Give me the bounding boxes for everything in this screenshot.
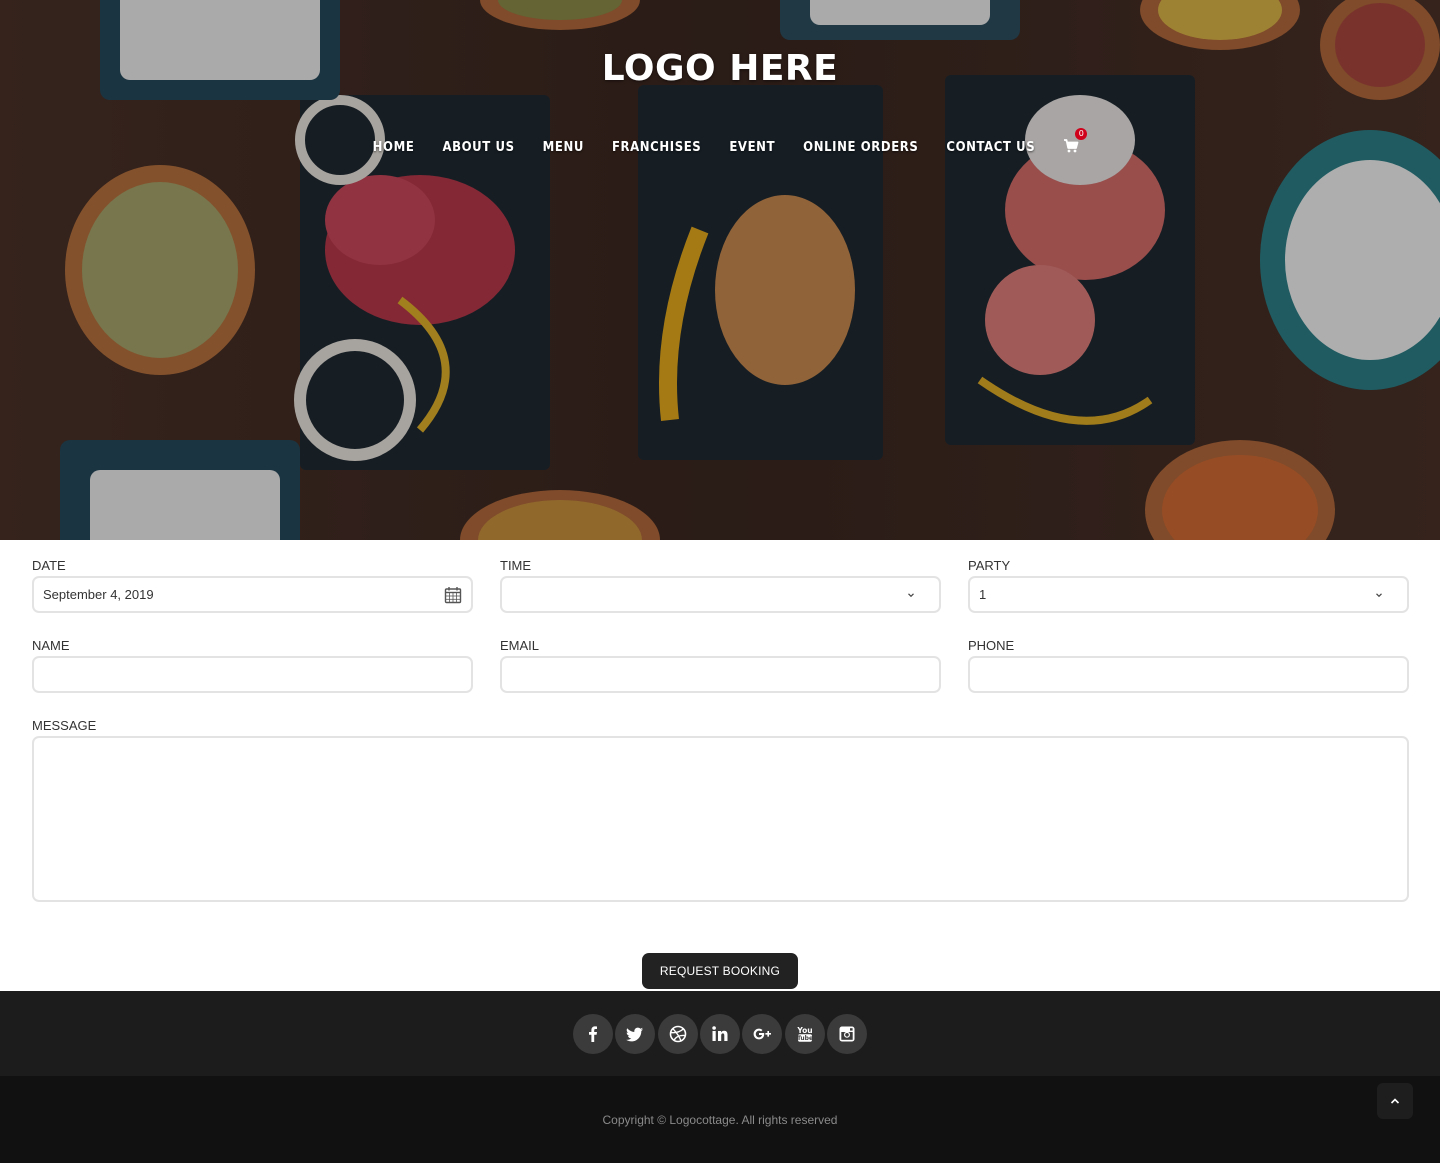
name-input[interactable]	[32, 656, 473, 693]
google-plus-icon	[753, 1028, 772, 1039]
google-plus-link[interactable]	[742, 1013, 783, 1054]
party-select[interactable]: 1	[968, 576, 1409, 613]
party-field: PARTY 1	[968, 558, 1409, 613]
nav-home[interactable]: HOME	[373, 140, 415, 155]
email-label: EMAIL	[500, 638, 540, 653]
phone-field: PHONE	[968, 638, 1409, 693]
main-nav: HOME ABOUT US MENU FRANCHISES EVENT ONLI…	[0, 128, 1440, 156]
calendar-icon[interactable]	[444, 586, 462, 604]
date-field: DATE September 4, 2019	[32, 558, 473, 613]
site-logo[interactable]: LOGO HERE	[0, 48, 1440, 89]
svg-text:You: You	[796, 1026, 812, 1035]
facebook-link[interactable]	[572, 1013, 613, 1054]
footer-bottom: Copyright © Logocottage. All rights rese…	[0, 1076, 1440, 1163]
nav-about-us[interactable]: ABOUT US	[442, 140, 514, 155]
phone-input[interactable]	[968, 656, 1409, 693]
youtube-icon: YouTube	[796, 1026, 813, 1042]
twitter-link[interactable]	[615, 1013, 656, 1054]
nav-franchises[interactable]: FRANCHISES	[612, 140, 701, 155]
nav-online-orders[interactable]: ONLINE ORDERS	[803, 140, 918, 155]
chevron-down-icon	[1376, 592, 1382, 597]
nav-contact-us[interactable]: CONTACT US	[946, 140, 1035, 155]
message-textarea[interactable]	[32, 736, 1409, 902]
cart-button[interactable]: 0	[1063, 128, 1088, 156]
linkedin-link[interactable]	[700, 1013, 740, 1054]
party-label: PARTY	[968, 558, 1011, 573]
time-label: TIME	[500, 558, 532, 573]
linkedin-icon	[712, 1025, 728, 1041]
request-booking-button[interactable]: REQUEST BOOKING	[642, 953, 798, 989]
email-field: EMAIL	[500, 638, 941, 693]
date-label: DATE	[32, 558, 66, 573]
svg-text:Tube: Tube	[797, 1035, 813, 1042]
party-value: 1	[979, 587, 987, 602]
chevron-down-icon	[908, 592, 914, 597]
twitter-icon	[626, 1027, 644, 1041]
nav-menu[interactable]: MENU	[543, 140, 584, 155]
dribbble-icon	[669, 1025, 686, 1042]
nav-event[interactable]: EVENT	[729, 140, 775, 155]
date-input[interactable]: September 4, 2019	[32, 576, 473, 613]
time-select[interactable]	[500, 576, 941, 613]
cart-icon	[1064, 139, 1079, 153]
time-field: TIME	[500, 558, 941, 613]
copyright-text: Copyright © Logocottage. All rights rese…	[602, 1113, 838, 1127]
facebook-icon	[588, 1025, 597, 1042]
name-label: NAME	[32, 638, 70, 653]
name-field: NAME	[32, 638, 473, 693]
footer-social-bar: You Tube	[0, 991, 1440, 1076]
scroll-to-top-button[interactable]	[1377, 1083, 1413, 1119]
chevron-up-icon	[1390, 1098, 1400, 1104]
youtube-link[interactable]: You Tube	[784, 1013, 825, 1054]
email-input[interactable]	[500, 656, 941, 693]
date-value: September 4, 2019	[43, 587, 154, 602]
instagram-icon	[839, 1026, 855, 1041]
dribbble-link[interactable]	[657, 1013, 698, 1054]
message-label: MESSAGE	[32, 718, 97, 733]
instagram-link[interactable]	[827, 1013, 868, 1054]
cart-count-badge: 0	[1075, 128, 1088, 140]
hero-banner: LOGO HERE HOME ABOUT US MENU FRANCHISES …	[0, 0, 1440, 540]
message-field: MESSAGE	[32, 718, 1409, 902]
phone-label: PHONE	[968, 638, 1015, 653]
